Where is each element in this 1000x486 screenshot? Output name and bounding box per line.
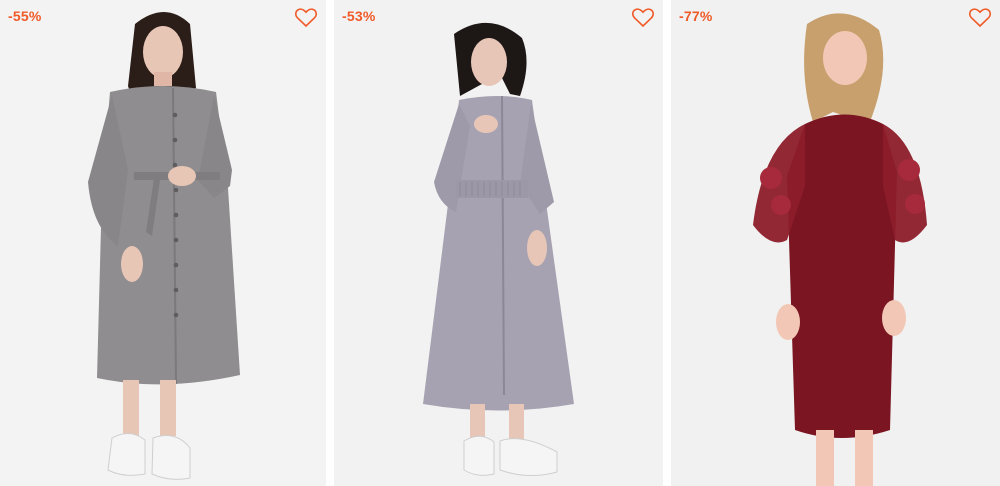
product-image[interactable] (0, 0, 326, 486)
heart-outline-icon (631, 6, 655, 28)
discount-badge: -55% (8, 8, 42, 24)
heart-outline-icon (968, 6, 992, 28)
model-photo (671, 0, 1000, 486)
discount-badge: -53% (342, 8, 376, 24)
product-image[interactable] (334, 0, 663, 486)
product-image[interactable] (671, 0, 1000, 486)
favorite-button[interactable] (294, 6, 318, 28)
product-card[interactable]: -55% (0, 0, 326, 486)
favorite-button[interactable] (968, 6, 992, 28)
model-photo (0, 0, 326, 486)
product-card[interactable]: -77% (671, 0, 1000, 486)
product-card[interactable]: -53% (334, 0, 663, 486)
favorite-button[interactable] (631, 6, 655, 28)
heart-outline-icon (294, 6, 318, 28)
discount-badge: -77% (679, 8, 713, 24)
model-photo (334, 0, 663, 486)
product-grid: -55% -53% -77% (0, 0, 1000, 486)
